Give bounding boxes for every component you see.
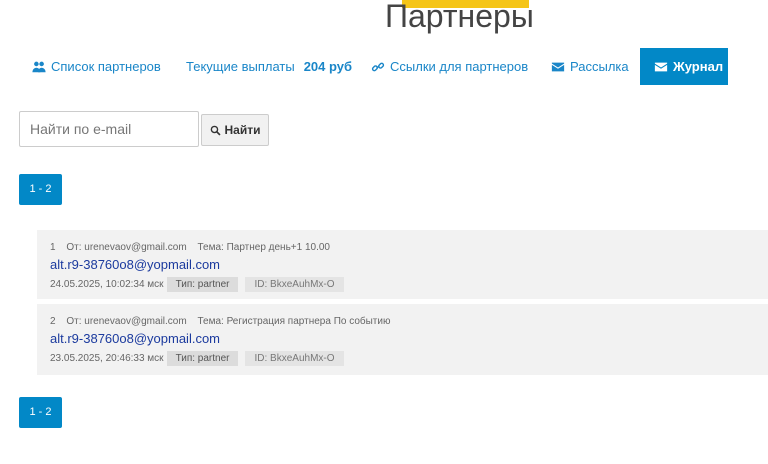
log-entry-subject: Тема: Регистрация партнера По событию — [197, 316, 391, 327]
tab-mailing[interactable]: Рассылка — [551, 48, 629, 85]
email-search-input[interactable] — [19, 111, 199, 147]
log-entry-datetime: 23.05.2025, 20:46:33 мск — [50, 353, 164, 364]
log-entry-info: 24.05.2025, 10:02:34 мск Тип: partner ID… — [50, 277, 755, 292]
log-entry-info: 23.05.2025, 20:46:33 мск Тип: partner ID… — [50, 351, 755, 366]
log-entry-id-badge: ID: BkxeAuhMx-O — [245, 277, 344, 292]
log-entry-type-badge: Тип: partner — [166, 277, 239, 292]
tab-journal-label: Журнал — [673, 59, 724, 74]
log-entry-index: 2 — [50, 316, 56, 327]
tab-current-payouts[interactable]: Текущие выплаты 204 руб — [186, 48, 352, 85]
search-button[interactable]: Найти — [201, 114, 269, 146]
payouts-amount: 204 руб — [303, 59, 353, 74]
tab-partners-list[interactable]: Список партнеров — [32, 48, 161, 85]
log-entry-email-link[interactable]: alt.r9-38760o8@yopmail.com — [50, 257, 755, 273]
log-entry-subject: Тема: Партнер день+1 10.00 — [197, 242, 330, 253]
tab-partners-list-label: Список партнеров — [51, 59, 161, 74]
log-entry-email-link[interactable]: alt.r9-38760o8@yopmail.com — [50, 331, 755, 347]
envelope-icon — [551, 60, 565, 74]
log-entry: 2 От: urenevaov@gmail.com Тема: Регистра… — [37, 304, 768, 375]
log-entry-meta: 2 От: urenevaov@gmail.com Тема: Регистра… — [50, 316, 755, 328]
tab-journal[interactable]: Журнал — [640, 48, 728, 85]
envelope-icon — [654, 60, 668, 74]
log-entry-from: От: urenevaov@gmail.com — [66, 242, 187, 253]
log-entry-index: 1 — [50, 242, 56, 253]
log-entry-id-badge: ID: BkxeAuhMx-O — [245, 351, 344, 366]
page-title: Партнеры — [385, 0, 534, 34]
partners-nav: Список партнеров Текущие выплаты 204 руб … — [0, 48, 768, 85]
log-entry-datetime: 24.05.2025, 10:02:34 мск — [50, 279, 164, 290]
pagination-bottom[interactable]: 1 - 2 — [19, 397, 62, 428]
log-entry: 1 От: urenevaov@gmail.com Тема: Партнер … — [37, 230, 768, 299]
search-icon — [210, 125, 221, 136]
tab-partner-links-label: Ссылки для партнеров — [390, 59, 529, 74]
link-icon — [371, 60, 385, 74]
log-entry-from: От: urenevaov@gmail.com — [66, 316, 187, 327]
tab-mailing-label: Рассылка — [570, 59, 629, 74]
pagination-top[interactable]: 1 - 2 — [19, 174, 62, 205]
users-icon — [32, 60, 46, 74]
search-button-label: Найти — [224, 123, 261, 137]
tab-partner-links[interactable]: Ссылки для партнеров — [371, 48, 528, 85]
tab-current-payouts-label: Текущие выплаты — [186, 59, 295, 74]
log-entry-meta: 1 От: urenevaov@gmail.com Тема: Партнер … — [50, 242, 755, 254]
log-entry-type-badge: Тип: partner — [166, 351, 239, 366]
